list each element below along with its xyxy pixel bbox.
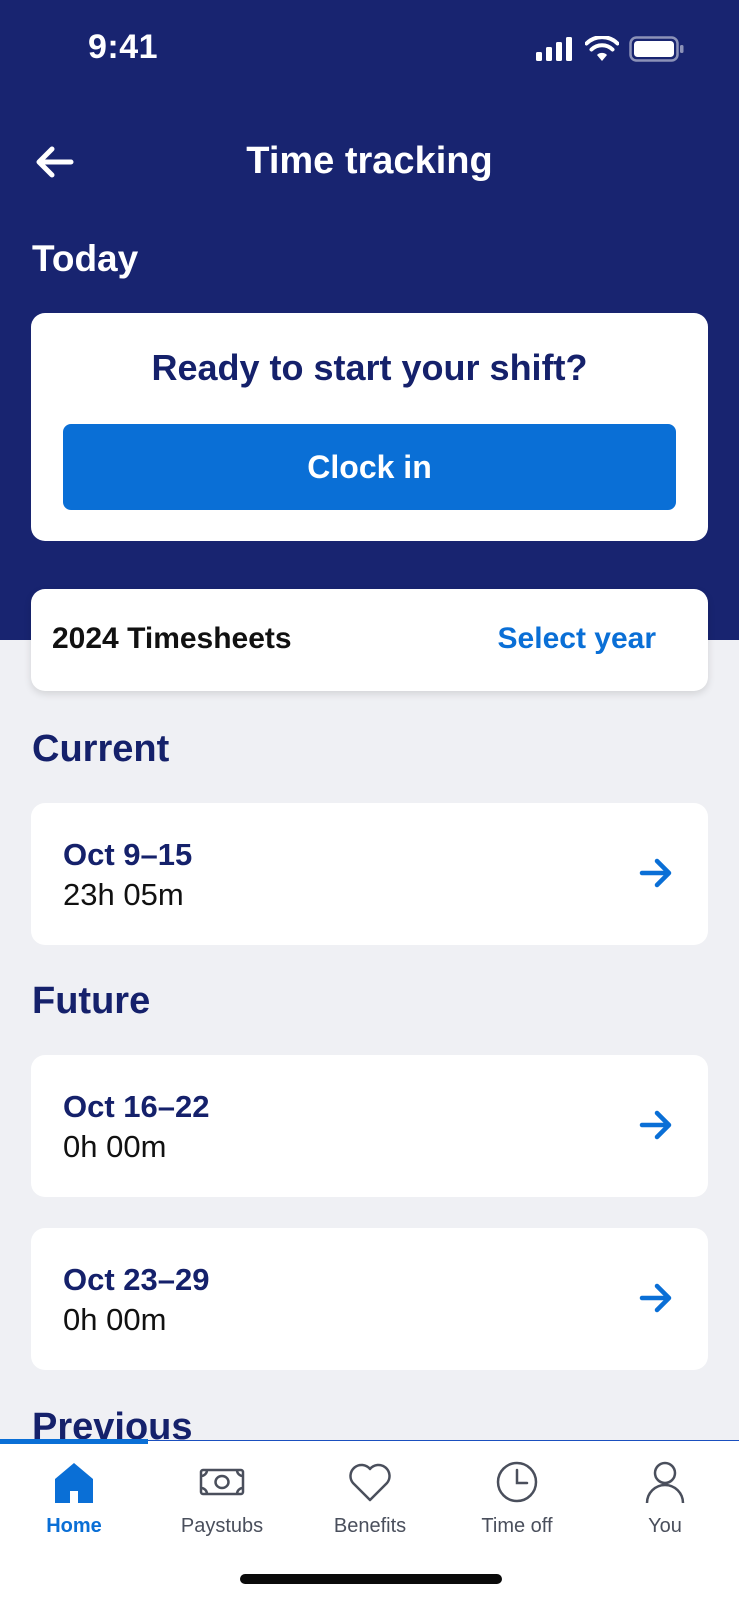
signal-icon xyxy=(536,37,572,61)
timesheets-card: 2024 Timesheets Select year xyxy=(31,589,708,691)
period-hours: 0h 00m xyxy=(63,1302,167,1337)
tab-label: Paystubs xyxy=(180,1515,264,1537)
tab-paystubs[interactable]: Paystubs xyxy=(148,1441,296,1551)
period-hours: 0h 00m xyxy=(63,1129,167,1164)
period-card-current[interactable]: Oct 9–15 23h 05m xyxy=(31,803,708,945)
clock-in-card: Ready to start your shift? Clock in xyxy=(31,313,708,541)
tab-benefits[interactable]: Benefits xyxy=(296,1441,444,1551)
tab-home[interactable]: Home xyxy=(0,1441,148,1551)
tab-label: Benefits xyxy=(333,1515,407,1537)
arrow-right-icon xyxy=(639,1283,672,1313)
wifi-icon xyxy=(585,36,619,61)
shift-prompt: Ready to start your shift? xyxy=(151,347,588,388)
period-card-future[interactable]: Oct 23–29 0h 00m xyxy=(31,1228,708,1370)
person-icon xyxy=(645,1461,685,1504)
tab-you[interactable]: You xyxy=(591,1441,739,1551)
period-date: Oct 23–29 xyxy=(63,1262,210,1297)
tab-label: You xyxy=(648,1515,682,1537)
today-heading: Today xyxy=(32,238,139,279)
arrow-right-icon xyxy=(639,858,672,888)
battery-icon xyxy=(629,36,684,62)
period-card-future[interactable]: Oct 16–22 0h 00m xyxy=(31,1055,708,1197)
clock-icon xyxy=(496,1461,538,1503)
select-year-link[interactable]: Select year xyxy=(498,622,656,656)
heart-icon xyxy=(349,1463,391,1502)
status-icons xyxy=(535,36,685,62)
tab-label: Home xyxy=(46,1515,102,1537)
home-indicator[interactable] xyxy=(240,1574,502,1584)
period-date: Oct 16–22 xyxy=(63,1089,210,1124)
arrow-right-icon xyxy=(639,1110,672,1140)
section-heading-current: Current xyxy=(32,728,170,770)
page-title: Time tracking xyxy=(246,140,493,182)
status-time: 9:41 xyxy=(88,28,159,66)
clock-in-button[interactable]: Clock in xyxy=(63,424,676,510)
status-bar: 9:41 xyxy=(0,0,739,100)
section-heading-future: Future xyxy=(32,980,151,1022)
period-hours: 23h 05m xyxy=(63,877,184,912)
tab-label: Time off xyxy=(481,1515,553,1537)
home-icon xyxy=(55,1463,93,1503)
tab-time-off[interactable]: Time off xyxy=(443,1441,591,1551)
timesheets-title: 2024 Timesheets xyxy=(52,622,292,655)
period-date: Oct 9–15 xyxy=(63,837,193,872)
money-icon xyxy=(199,1468,245,1496)
